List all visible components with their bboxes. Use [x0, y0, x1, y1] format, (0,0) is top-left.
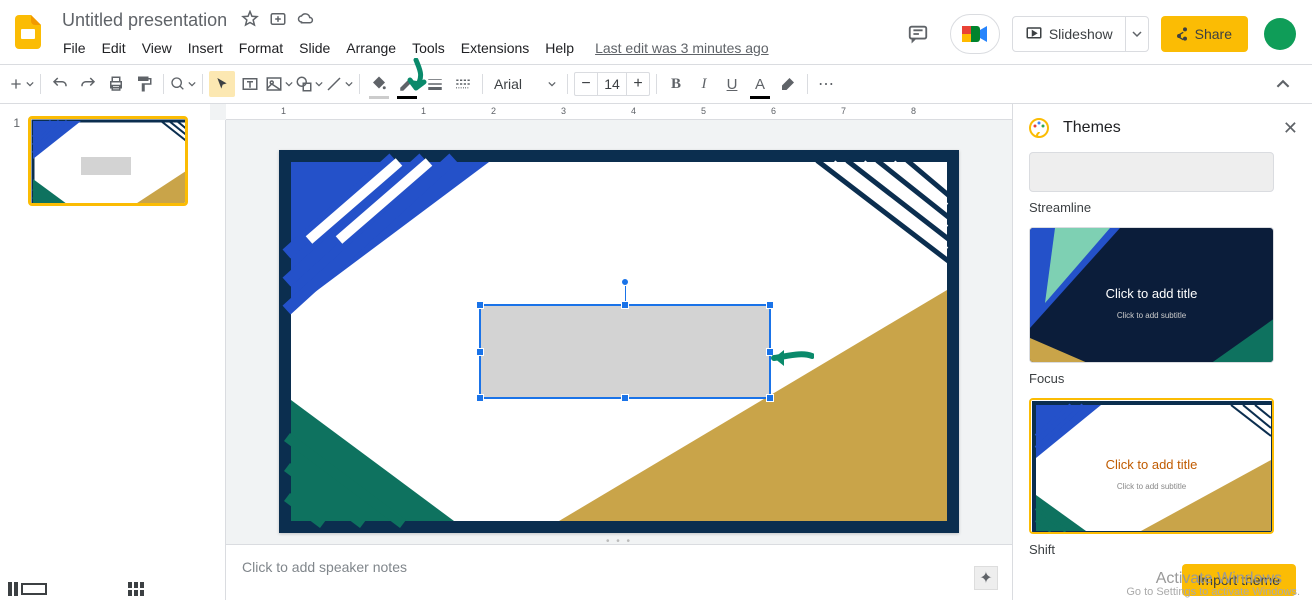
slide-thumbnail-1[interactable]: [28, 116, 188, 206]
theme-name-focus: Focus: [1029, 371, 1296, 386]
zoom-button[interactable]: [170, 71, 196, 97]
selected-shape[interactable]: [479, 304, 771, 399]
grid-view-icon[interactable]: [128, 582, 168, 596]
font-family-select[interactable]: Arial: [489, 73, 561, 95]
line-tool[interactable]: [325, 71, 353, 97]
border-dash-button[interactable]: [450, 71, 476, 97]
menu-tools[interactable]: Tools: [405, 36, 452, 60]
watermark-sub: Go to Settings to activate Windows.: [1126, 586, 1300, 598]
star-icon[interactable]: [241, 10, 261, 30]
highlight-button[interactable]: [775, 71, 801, 97]
font-size-input[interactable]: 14: [597, 73, 627, 95]
select-tool[interactable]: [209, 71, 235, 97]
resize-handle[interactable]: [621, 394, 629, 402]
image-tool[interactable]: [265, 71, 293, 97]
meet-button[interactable]: [950, 14, 1000, 54]
slides-logo[interactable]: [8, 12, 48, 52]
italic-button[interactable]: I: [691, 71, 717, 97]
resize-handle[interactable]: [766, 301, 774, 309]
resize-handle[interactable]: [476, 348, 484, 356]
themes-icon: [1027, 116, 1051, 140]
thumb-number: 1: [8, 116, 24, 206]
menu-slide[interactable]: Slide: [292, 36, 337, 60]
bold-button[interactable]: B: [663, 71, 689, 97]
view-mode-strip: [8, 582, 168, 596]
close-icon[interactable]: ✕: [1283, 118, 1298, 139]
horizontal-ruler[interactable]: 1 1 2 3 4 5 6 7 8: [226, 104, 1012, 120]
share-button[interactable]: Share: [1161, 16, 1248, 52]
font-size-decrease[interactable]: −: [575, 75, 597, 93]
fill-color-button[interactable]: [366, 71, 392, 97]
menu-bar: File Edit View Insert Format Slide Arran…: [56, 34, 898, 62]
menu-edit[interactable]: Edit: [95, 36, 133, 60]
undo-button[interactable]: [47, 71, 73, 97]
slide-thumbnail-panel: 1: [0, 104, 210, 600]
theme-name-streamline: Streamline: [1029, 200, 1296, 215]
theme-name-shift: Shift: [1029, 542, 1296, 554]
canvas-area: 1 1 2 3 4 5 6 7 8: [210, 104, 1012, 600]
resize-handle[interactable]: [476, 394, 484, 402]
resize-handle[interactable]: [621, 301, 629, 309]
theme-preview-top[interactable]: [1029, 152, 1274, 192]
user-avatar[interactable]: [1264, 18, 1296, 50]
font-size-control: − 14 +: [574, 72, 650, 96]
redo-button[interactable]: [75, 71, 101, 97]
speaker-notes[interactable]: Click to add speaker notes: [226, 544, 1012, 600]
resize-handle[interactable]: [766, 394, 774, 402]
border-weight-button[interactable]: [422, 71, 448, 97]
rotate-handle[interactable]: [621, 278, 629, 286]
print-button[interactable]: [103, 71, 129, 97]
doc-title[interactable]: Untitled presentation: [56, 8, 233, 33]
slideshow-label: Slideshow: [1049, 26, 1113, 42]
move-icon[interactable]: [269, 10, 289, 30]
menu-help[interactable]: Help: [538, 36, 581, 60]
filmstrip-view-icon[interactable]: [8, 582, 48, 596]
last-edit-link[interactable]: Last edit was 3 minutes ago: [595, 40, 769, 56]
themes-title: Themes: [1063, 119, 1271, 137]
share-label: Share: [1195, 26, 1232, 42]
text-color-button[interactable]: A: [747, 71, 773, 97]
explore-button[interactable]: ✦: [974, 566, 998, 590]
textbox-tool[interactable]: [237, 71, 263, 97]
menu-view[interactable]: View: [135, 36, 179, 60]
menu-arrange[interactable]: Arrange: [339, 36, 403, 60]
slide-canvas[interactable]: [279, 150, 959, 533]
theme-card-focus[interactable]: Click to add title Click to add subtitle: [1029, 398, 1274, 534]
resize-handle[interactable]: [476, 301, 484, 309]
resize-handle[interactable]: [766, 348, 774, 356]
menu-file[interactable]: File: [56, 36, 93, 60]
slideshow-button[interactable]: Slideshow: [1013, 25, 1125, 43]
border-color-button[interactable]: [394, 71, 420, 97]
shape-tool[interactable]: [295, 71, 323, 97]
themes-panel: Themes ✕ Streamline Click to add title C…: [1012, 104, 1312, 600]
underline-button[interactable]: U: [719, 71, 745, 97]
font-size-increase[interactable]: +: [627, 75, 649, 93]
new-slide-button[interactable]: [8, 71, 34, 97]
hide-menus-button[interactable]: [1270, 71, 1296, 97]
menu-format[interactable]: Format: [232, 36, 290, 60]
comment-history-button[interactable]: [898, 14, 938, 54]
menu-extensions[interactable]: Extensions: [454, 36, 536, 60]
slideshow-dropdown[interactable]: [1125, 17, 1148, 51]
paint-format-button[interactable]: [131, 71, 157, 97]
menu-insert[interactable]: Insert: [181, 36, 230, 60]
cloud-icon[interactable]: [297, 10, 317, 30]
theme-card-streamline[interactable]: Click to add title Click to add subtitle: [1029, 227, 1274, 363]
more-tools[interactable]: ⋯: [814, 71, 840, 97]
